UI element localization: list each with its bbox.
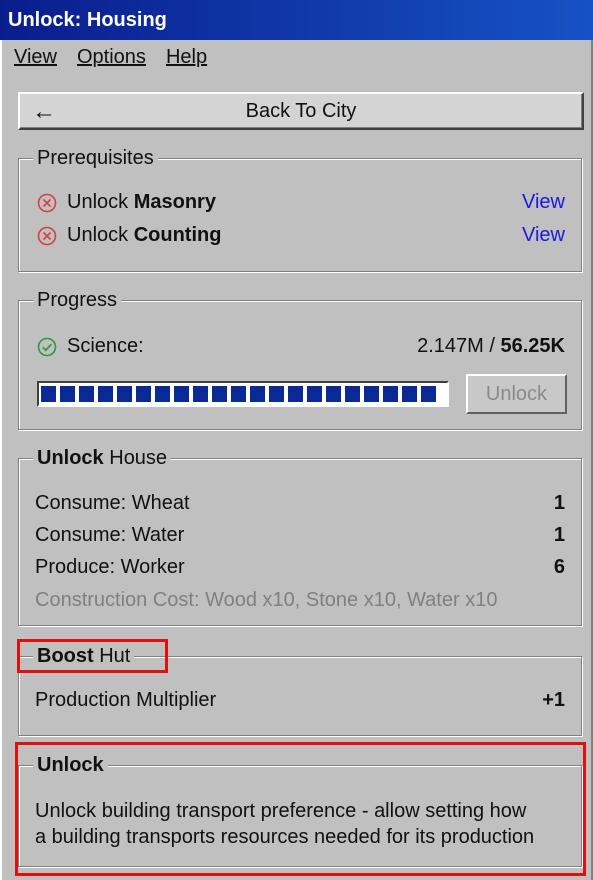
consume-water-row: Consume: Water 1 (35, 524, 565, 547)
row-label: Consume: Water (35, 524, 185, 546)
prereq-name: Masonry (133, 191, 216, 213)
progress-segment (212, 386, 227, 402)
prerequisites-group: Prerequisites Unlock Masonry View Unlock… (18, 147, 582, 272)
boost-hut-group: Boost Hut Production Multiplier +1 (18, 645, 582, 736)
progress-segment (364, 386, 379, 402)
progress-segment (231, 386, 246, 402)
prereq-prefix: Unlock (67, 191, 129, 213)
error-circle-icon (37, 226, 57, 245)
unlock-description: Unlock building transport preference - a… (35, 800, 535, 848)
row-value: 6 (553, 556, 565, 578)
consume-wheat-row: Consume: Wheat 1 (35, 492, 565, 515)
science-label: Science: (67, 335, 144, 357)
progress-segment (193, 386, 208, 402)
prereq-row-masonry: Unlock Masonry View (37, 191, 565, 214)
production-multiplier-row: Production Multiplier +1 (35, 689, 565, 712)
progress-segment (98, 386, 113, 402)
progress-segment (79, 386, 94, 402)
row-value: 1 (553, 492, 565, 514)
progress-segment (269, 386, 284, 402)
produce-worker-row: Produce: Worker 6 (35, 556, 565, 579)
progress-segment (155, 386, 170, 402)
progress-segment (307, 386, 322, 402)
prereq-prefix: Unlock (67, 224, 129, 246)
science-row: Science: 2.147M / 56.25K (37, 335, 565, 358)
menu-help[interactable]: Help (166, 46, 207, 70)
row-value: 1 (553, 524, 565, 546)
row-label: Production Multiplier (35, 689, 217, 711)
back-button-label: Back To City (245, 99, 357, 122)
prereq-name: Counting (133, 224, 222, 246)
progress-segment (41, 386, 56, 402)
progress-segment (345, 386, 360, 402)
progress-segment (288, 386, 303, 402)
row-value: +1 (542, 689, 565, 711)
unlock-house-title: Unlock House (33, 447, 172, 469)
progress-group: Progress Science: 2.147M / 56.25K Unlock (18, 289, 582, 430)
back-to-city-button[interactable]: ← Back To City (18, 92, 584, 130)
check-circle-icon (37, 337, 57, 356)
window-title: Unlock: Housing (0, 0, 593, 40)
progress-segment (250, 386, 265, 402)
progress-segment (117, 386, 132, 402)
row-label: Produce: Worker (35, 556, 185, 578)
menu-view[interactable]: View (14, 46, 57, 70)
window-border-left (0, 40, 2, 880)
unlock-house-group: Unlock House Consume: Wheat 1 Consume: W… (18, 447, 582, 626)
science-current: 2.147M / (417, 335, 495, 357)
progress-segment (326, 386, 341, 402)
progress-segment (136, 386, 151, 402)
science-required: 56.25K (500, 335, 566, 357)
prerequisites-title: Prerequisites (33, 147, 158, 169)
arrow-left-icon: ← (32, 98, 56, 125)
prereq-row-counting: Unlock Counting View (37, 224, 565, 247)
view-counting-link[interactable]: View (522, 224, 565, 247)
error-circle-icon (37, 193, 57, 212)
unlock-desc-group: Unlock Unlock building transport prefere… (18, 754, 582, 867)
unlock-desc-title: Unlock (33, 754, 108, 776)
progress-segment (421, 386, 436, 402)
menu-bar: View Options Help (0, 40, 593, 76)
progress-segment (60, 386, 75, 402)
boost-hut-title: Boost Hut (33, 645, 135, 667)
progress-segment (383, 386, 398, 402)
view-masonry-link[interactable]: View (522, 191, 565, 214)
progress-segment (402, 386, 417, 402)
construction-cost: Construction Cost: Wood x10, Stone x10, … (35, 589, 498, 611)
progress-title: Progress (33, 289, 122, 311)
row-label: Consume: Wheat (35, 492, 190, 514)
science-progress-bar (37, 381, 449, 407)
unlock-button[interactable]: Unlock (466, 374, 567, 414)
menu-options[interactable]: Options (77, 46, 146, 70)
progress-segment (174, 386, 189, 402)
